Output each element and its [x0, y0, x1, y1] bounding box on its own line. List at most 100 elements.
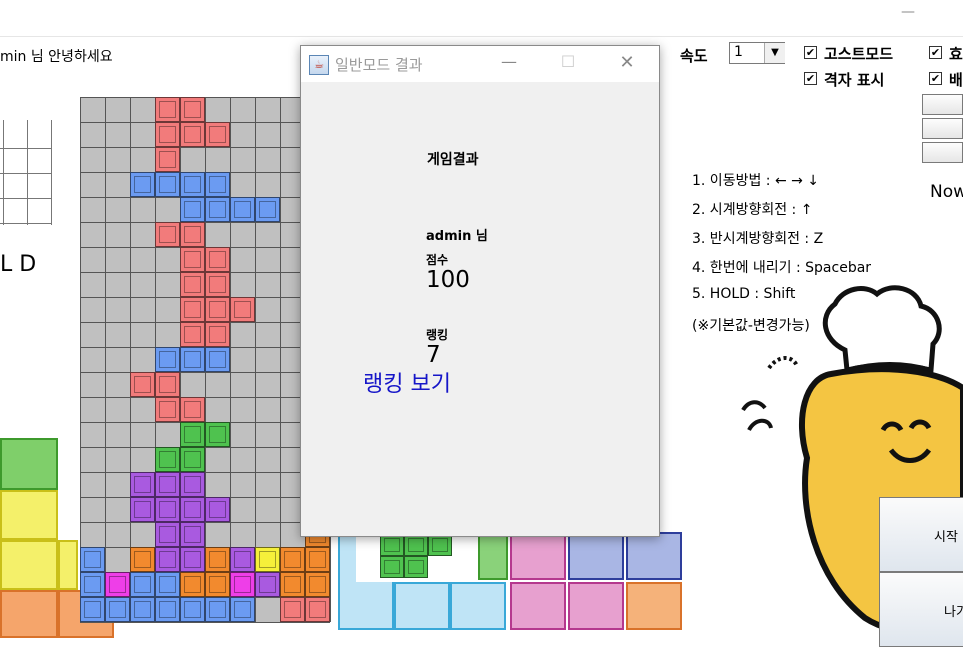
window-titlebar — [0, 0, 963, 37]
board-cell — [180, 597, 205, 622]
board-cell — [130, 497, 155, 522]
board-cell — [155, 547, 180, 572]
help-line-hard-drop: 4. 한번에 내리기 : Spacebar — [692, 260, 872, 276]
board-gridline — [80, 522, 330, 523]
board-gridline — [255, 97, 256, 622]
side-button-2[interactable] — [922, 118, 963, 139]
board-cell — [205, 547, 230, 572]
board-cell — [155, 172, 180, 197]
speed-select[interactable]: 1 ▼ — [729, 42, 785, 64]
side-button-3[interactable] — [922, 142, 963, 163]
board-cell — [155, 572, 180, 597]
view-ranking-link[interactable]: 랭킹 보기 — [363, 366, 451, 398]
now-label: Now — [930, 182, 963, 202]
board-cell — [180, 247, 205, 272]
board-cell — [280, 572, 305, 597]
board-cell — [130, 572, 155, 597]
greeting-text: min 님 안녕하세요 — [0, 49, 113, 65]
board-cell — [180, 197, 205, 222]
dialog-titlebar[interactable]: ☕ 일반모드 결과 — ☐ ✕ — [301, 46, 659, 82]
board-cell — [230, 547, 255, 572]
minimize-icon[interactable]: — — [898, 2, 918, 22]
start-button[interactable]: 시작 — [879, 497, 963, 572]
board-cell — [305, 547, 330, 572]
board-cell — [180, 422, 205, 447]
board-cell — [155, 522, 180, 547]
board-cell — [130, 597, 155, 622]
help-line-rotate-ccw: 3. 반시계방향회전 : Z — [692, 231, 824, 247]
board-cell — [80, 547, 105, 572]
side-button-1[interactable] — [922, 94, 963, 115]
board-cell — [280, 547, 305, 572]
board-cell — [180, 122, 205, 147]
board-gridline — [80, 97, 81, 622]
grid-display-label: 격자 표시 — [824, 71, 885, 89]
maximize-icon[interactable]: ☐ — [556, 52, 580, 71]
board-cell — [305, 597, 330, 622]
board-cell — [155, 497, 180, 522]
effect-checkbox[interactable]: ✔ — [929, 46, 942, 59]
board-gridline — [80, 472, 330, 473]
board-cell — [155, 97, 180, 122]
start-button-label: 시작 — [934, 530, 958, 545]
help-line-rotate-cw: 2. 시계방향회전 : ↑ — [692, 202, 813, 218]
board-gridline — [80, 397, 330, 398]
board-cell — [305, 572, 330, 597]
board-cell — [230, 597, 255, 622]
board-cell — [205, 422, 230, 447]
board-cell — [205, 122, 230, 147]
board-cell — [155, 372, 180, 397]
board-cell — [205, 347, 230, 372]
help-line-move: 1. 이동방법 : ← → ↓ — [692, 173, 820, 189]
chevron-down-icon[interactable]: ▼ — [764, 43, 785, 63]
board-cell — [155, 397, 180, 422]
board-cell — [205, 247, 230, 272]
board-cell — [155, 472, 180, 497]
board-cell — [180, 547, 205, 572]
board-cell — [155, 447, 180, 472]
board-cell — [80, 572, 105, 597]
board-cell — [180, 447, 205, 472]
rank-label: 랭킹 — [426, 328, 449, 342]
speed-value: 1 — [734, 44, 743, 60]
board-cell — [180, 172, 205, 197]
close-icon[interactable]: ✕ — [615, 52, 639, 73]
board-cell — [205, 497, 230, 522]
board-cell — [280, 597, 305, 622]
board-gridline — [80, 622, 330, 623]
board-cell — [180, 572, 205, 597]
board-cell — [255, 197, 280, 222]
minimize-icon[interactable]: — — [497, 52, 521, 71]
board-cell — [205, 572, 230, 597]
speed-label: 속도 — [680, 47, 708, 65]
tetris-board[interactable] — [80, 97, 331, 623]
board-gridline — [80, 447, 330, 448]
board-cell — [155, 597, 180, 622]
background-checkbox[interactable]: ✔ — [929, 72, 942, 85]
board-cell — [130, 547, 155, 572]
board-cell — [180, 497, 205, 522]
exit-button[interactable]: 나가 — [879, 572, 963, 647]
board-cell — [155, 122, 180, 147]
board-cell — [205, 297, 230, 322]
grid-display-checkbox[interactable]: ✔ — [804, 72, 817, 85]
rank-value: 7 — [426, 342, 441, 368]
java-icon: ☕ — [309, 55, 329, 75]
exit-button-label: 나가 — [944, 605, 963, 620]
result-dialog: ☕ 일반모드 결과 — ☐ ✕ 게임결과 admin 님 점수 100 랭킹 7… — [300, 45, 660, 537]
board-cell — [205, 322, 230, 347]
board-cell — [105, 597, 130, 622]
hold-label: L D — [0, 252, 37, 277]
hold-preview-grid — [0, 120, 52, 225]
board-gridline — [280, 97, 281, 622]
ghost-mode-checkbox[interactable]: ✔ — [804, 46, 817, 59]
board-cell — [255, 547, 280, 572]
board-cell — [230, 197, 255, 222]
board-cell — [180, 522, 205, 547]
board-gridline — [80, 147, 330, 148]
board-cell — [130, 472, 155, 497]
board-cell — [205, 597, 230, 622]
board-cell — [230, 297, 255, 322]
board-cell — [180, 472, 205, 497]
board-cell — [180, 297, 205, 322]
